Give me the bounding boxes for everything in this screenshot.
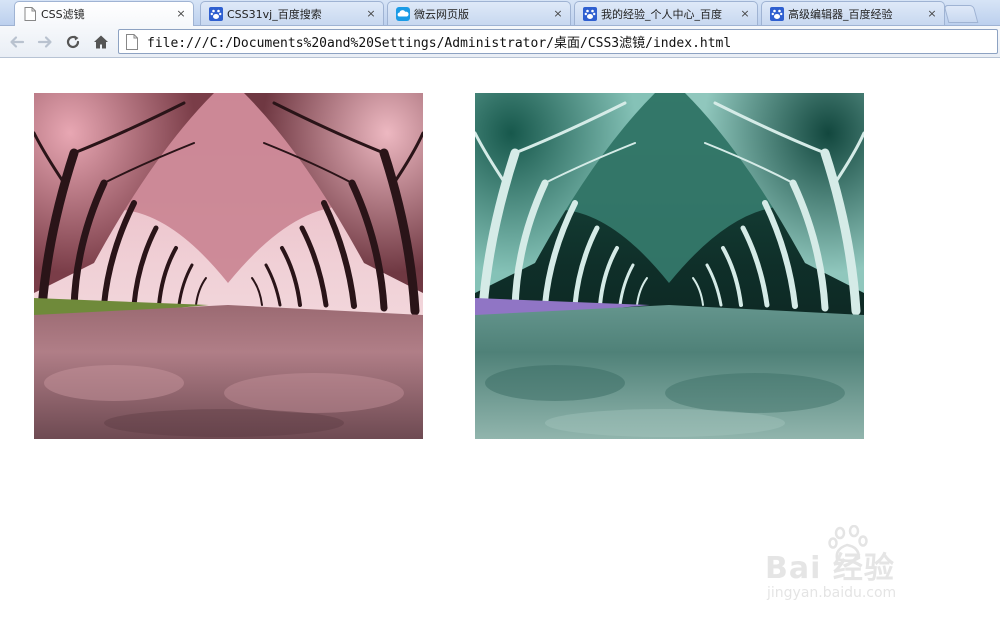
close-icon[interactable]: ×: [175, 8, 187, 20]
tab-title: 高级编辑器_百度经验: [788, 7, 893, 21]
forward-arrow-icon[interactable]: [34, 31, 56, 53]
watermark-brand: Bai 经验: [765, 551, 895, 586]
home-icon[interactable]: [90, 31, 112, 53]
browser-window: CSS滤镜 × CSS31vj_百度搜索 × 微云网页版 × 我的经验_个人中心…: [0, 0, 1000, 633]
new-tab-button[interactable]: [943, 5, 979, 23]
address-bar[interactable]: file:///C:/Documents%20and%20Settings/Ad…: [118, 29, 998, 54]
tab-my-experience[interactable]: 我的经验_个人中心_百度 ×: [574, 1, 758, 25]
close-icon[interactable]: ×: [739, 7, 751, 20]
tab-strip: CSS滤镜 × CSS31vj_百度搜索 × 微云网页版 × 我的经验_个人中心…: [0, 0, 1000, 26]
tab-advanced-editor[interactable]: 高级编辑器_百度经验 ×: [761, 1, 945, 25]
tab-baidu-search[interactable]: CSS31vj_百度搜索 ×: [200, 1, 384, 25]
cherry-blossom-photo: [34, 93, 423, 439]
baidu-jingyan-watermark: Bai 经验 jingyan.baidu.com: [765, 525, 965, 615]
tab-title: CSS31vj_百度搜索: [227, 7, 322, 21]
address-url[interactable]: file:///C:/Documents%20and%20Settings/Ad…: [147, 32, 731, 51]
inverted-cherry-blossom-photo: [475, 93, 864, 439]
page-icon: [23, 7, 37, 21]
tab-title: 微云网页版: [414, 7, 469, 21]
baidu-paw-icon: [583, 6, 597, 21]
navigation-toolbar: file:///C:/Documents%20and%20Settings/Ad…: [0, 26, 1000, 58]
weiyun-cloud-icon: [396, 6, 410, 21]
close-icon[interactable]: ×: [926, 7, 938, 20]
watermark-site: jingyan.baidu.com: [767, 585, 897, 601]
tab-weiyun[interactable]: 微云网页版 ×: [387, 1, 571, 25]
back-arrow-icon[interactable]: [6, 31, 28, 53]
close-icon[interactable]: ×: [552, 7, 564, 20]
reload-icon[interactable]: [62, 31, 84, 53]
tab-css-filter[interactable]: CSS滤镜 ×: [14, 1, 194, 26]
tab-title: 我的经验_个人中心_百度: [601, 7, 722, 21]
close-icon[interactable]: ×: [365, 7, 377, 20]
page-icon: [125, 33, 141, 50]
tab-title: CSS滤镜: [41, 8, 85, 21]
baidu-paw-icon: [770, 6, 784, 21]
baidu-paw-icon: [209, 6, 223, 21]
